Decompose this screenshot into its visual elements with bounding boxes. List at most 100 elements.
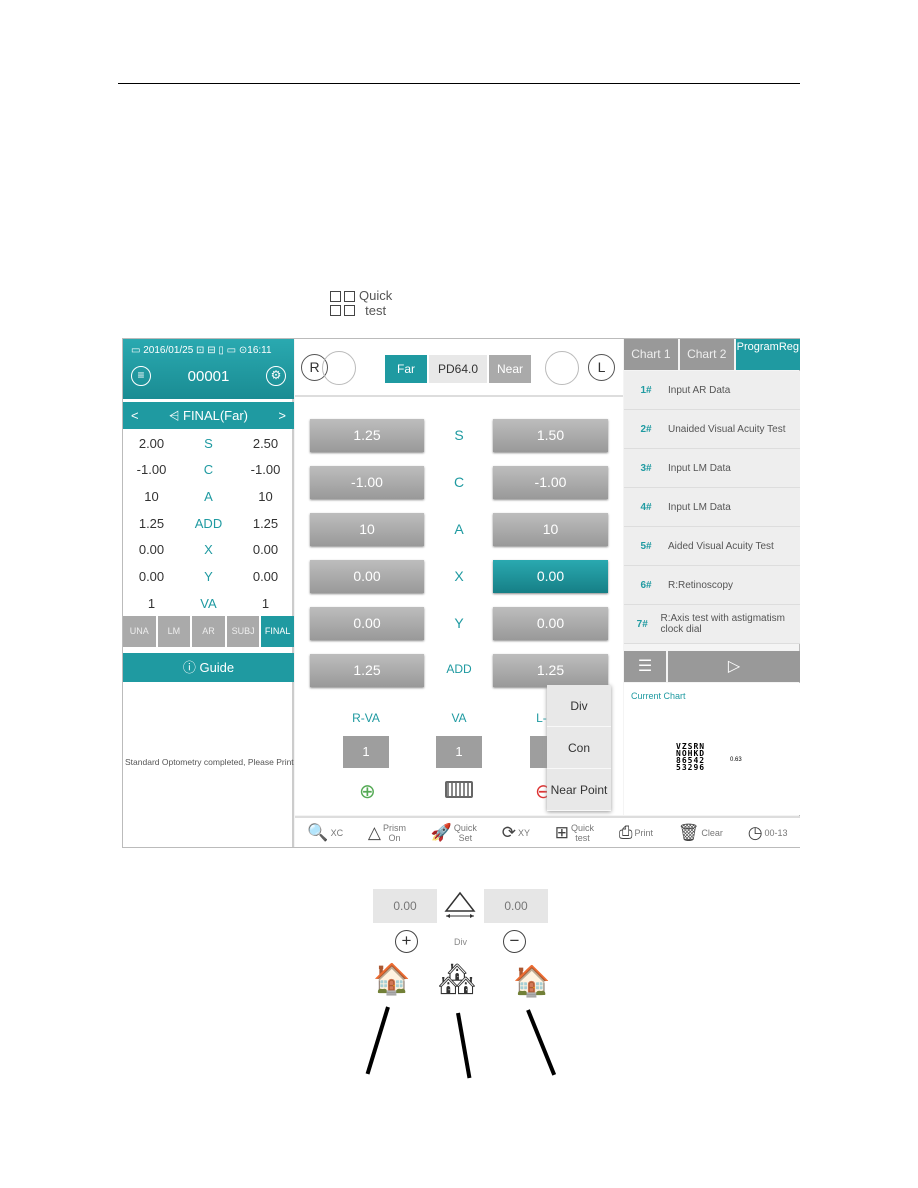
status-bar: ▭ 2016/01/25 ⊡ ⊟ ▯ ▭ ⊙16:11 — [131, 345, 272, 356]
tool-label: 00-13 — [764, 827, 788, 838]
print-icon: ⎙ — [618, 822, 633, 842]
houses-icon: 🏘 — [438, 963, 477, 996]
right-occluder-button[interactable] — [322, 351, 356, 385]
toolbar-clock-button[interactable]: ◷ 00-13 — [748, 823, 788, 843]
house-icon: 🏠 — [373, 963, 411, 996]
left-value: -1.00 — [250, 462, 281, 478]
keyboard-icon[interactable] — [445, 781, 473, 798]
tool-label: Quick — [453, 822, 477, 833]
app-screenshot: ▭ 2016/01/25 ⊡ ⊟ ▯ ▭ ⊙16:11 ≡ 00001 ⚙ < … — [122, 338, 801, 848]
r-va-button[interactable]: 1 — [343, 736, 389, 768]
pd-button[interactable]: PD64.0 — [429, 355, 487, 383]
chart-tab[interactable]: ProgramReg — [735, 339, 801, 370]
program-item[interactable]: 3# Input LM Data — [624, 449, 800, 488]
pointer-line — [456, 1012, 472, 1079]
mode-tab[interactable]: LM — [157, 616, 191, 647]
left-eye-button[interactable]: L — [588, 354, 615, 381]
left-value: 1.25 — [252, 515, 279, 531]
program-item[interactable]: 7# R:Axis test with astigmatism clock dia… — [624, 605, 800, 644]
tool-label: XY — [517, 827, 530, 838]
next-arrow[interactable]: > — [278, 402, 286, 429]
right-value: 1.25 — [138, 515, 165, 531]
pointer-line — [365, 1006, 390, 1075]
left-occluder-button[interactable] — [545, 351, 579, 385]
acuity-value: 0.63 — [730, 757, 742, 763]
near-button[interactable]: Near — [489, 355, 531, 383]
left-header: ▭ 2016/01/25 ⊡ ⊟ ▯ ▭ ⊙16:11 ≡ 00001 ⚙ — [123, 339, 294, 399]
toolbar-quick-test-grid-button[interactable]: ⊞ Quick test — [555, 823, 594, 843]
right-value: 0.00 — [138, 542, 165, 558]
row-label: C — [203, 462, 214, 478]
program-item[interactable]: 2# Unaided Visual Acuity Test — [624, 410, 800, 449]
summary-row: 2.00 S 2.50 — [123, 430, 294, 456]
right-x-button[interactable]: 0.00 — [310, 560, 424, 593]
right-add-button[interactable]: 1.25 — [310, 654, 424, 687]
chart-tabs: Chart 1 Chart 2 ProgramReg — [624, 339, 801, 370]
row-label: A — [204, 488, 213, 504]
plus-circle-icon[interactable]: + — [395, 930, 418, 953]
right-s-button[interactable]: 1.25 — [310, 419, 424, 452]
status-message: Standard Optometry completed, Please Pri… — [125, 757, 294, 767]
toolbar-refresh-button[interactable]: ⟳ XY — [502, 823, 530, 843]
record-nav[interactable]: < ⩤ FINAL(Far) > — [123, 402, 294, 429]
gear-icon[interactable]: ⚙ — [266, 366, 286, 386]
chart-tab[interactable]: Chart 1 — [624, 339, 678, 370]
tool-label: XC — [330, 827, 344, 838]
popup-item[interactable]: Div — [547, 685, 611, 727]
left-s-button[interactable]: 1.50 — [493, 419, 608, 452]
right-y-button[interactable]: 0.00 — [310, 607, 424, 640]
program-item[interactable]: 4# Input LM Data — [624, 488, 800, 527]
center-panel: R Far PD64.0 Near L 1.25 S 1.50 -1.00 C -1.00… — [295, 339, 623, 815]
program-title: Input LM Data — [668, 501, 731, 513]
left-add-button[interactable]: 1.25 — [493, 654, 608, 687]
chart-tab[interactable]: Chart 2 — [679, 339, 734, 370]
right-c-button[interactable]: -1.00 — [310, 466, 424, 499]
quick-test-icon-illustration: Quick test — [330, 288, 392, 318]
row-label: S — [454, 427, 464, 443]
bottom-toolbar: 🔍 XC △ Prism On 🚀 Quick Set ⟳ XY ⊞ Quick test ⎙ Print 🗑… — [295, 816, 800, 847]
mode-tab[interactable]: UNA — [123, 616, 156, 647]
va-button[interactable]: 1 — [436, 736, 482, 768]
far-button[interactable]: Far — [385, 355, 427, 383]
summary-row: -1.00 C -1.00 — [123, 457, 294, 483]
right-panel: Chart 1 Chart 2 ProgramReg 1# Input AR Data… — [624, 339, 801, 815]
trash-icon: 🗑 — [677, 822, 700, 842]
current-chart-label: Current Chart — [631, 691, 686, 701]
program-item[interactable]: 6# R:Retinoscopy — [624, 566, 800, 605]
prev-arrow[interactable]: < — [131, 402, 139, 429]
toolbar-print-button[interactable]: ⎙ Print — [619, 823, 653, 843]
toolbar-trash-button[interactable]: 🗑 Clear — [678, 823, 723, 843]
program-number: 7# — [636, 618, 648, 630]
toolbar-rocket-button[interactable]: 🚀 Quick Set — [431, 823, 477, 843]
mode-tab[interactable]: SUBJ — [226, 616, 260, 647]
mode-tab[interactable]: FINAL — [261, 616, 294, 647]
left-y-button[interactable]: 0.00 — [493, 607, 608, 640]
guide-button[interactable]: ⓘ Guide — [123, 653, 294, 682]
pointer-line — [526, 1009, 557, 1076]
mode-tab[interactable]: AR — [192, 616, 225, 647]
left-x-button[interactable]: 0.00 — [493, 560, 608, 593]
help-icon: ⓘ — [182, 660, 200, 675]
program-title: Aided Visual Acuity Test — [668, 540, 774, 552]
tool-label: Prism — [382, 822, 406, 833]
list-icon[interactable]: ☰ — [624, 651, 666, 682]
left-c-button[interactable]: -1.00 — [493, 466, 608, 499]
add-circle-icon[interactable]: ⊕ — [359, 779, 376, 804]
left-a-button[interactable]: 10 — [493, 513, 608, 546]
summary-row: 0.00 X 0.00 — [123, 537, 294, 563]
quick-test-grid-icon: ⊞ — [554, 822, 570, 842]
popup-item[interactable]: Con — [547, 727, 611, 769]
quick-test-label-2: test — [365, 303, 387, 318]
toolbar-prism-button[interactable]: △ Prism On — [368, 823, 406, 843]
right-a-button[interactable]: 10 — [310, 513, 424, 546]
play-icon[interactable]: ▷ — [668, 651, 800, 682]
program-number: 4# — [640, 501, 652, 513]
chart-row: 53296 — [676, 763, 706, 772]
minus-circle-icon[interactable]: − — [503, 930, 526, 953]
right-value: 2.00 — [138, 435, 165, 451]
program-item[interactable]: 1# Input AR Data — [624, 371, 800, 410]
toolbar-search-button[interactable]: 🔍 XC — [307, 823, 343, 843]
program-item[interactable]: 5# Aided Visual Acuity Test — [624, 527, 800, 566]
popup-item[interactable]: Near Point — [547, 769, 611, 811]
row-label: X — [454, 568, 464, 584]
